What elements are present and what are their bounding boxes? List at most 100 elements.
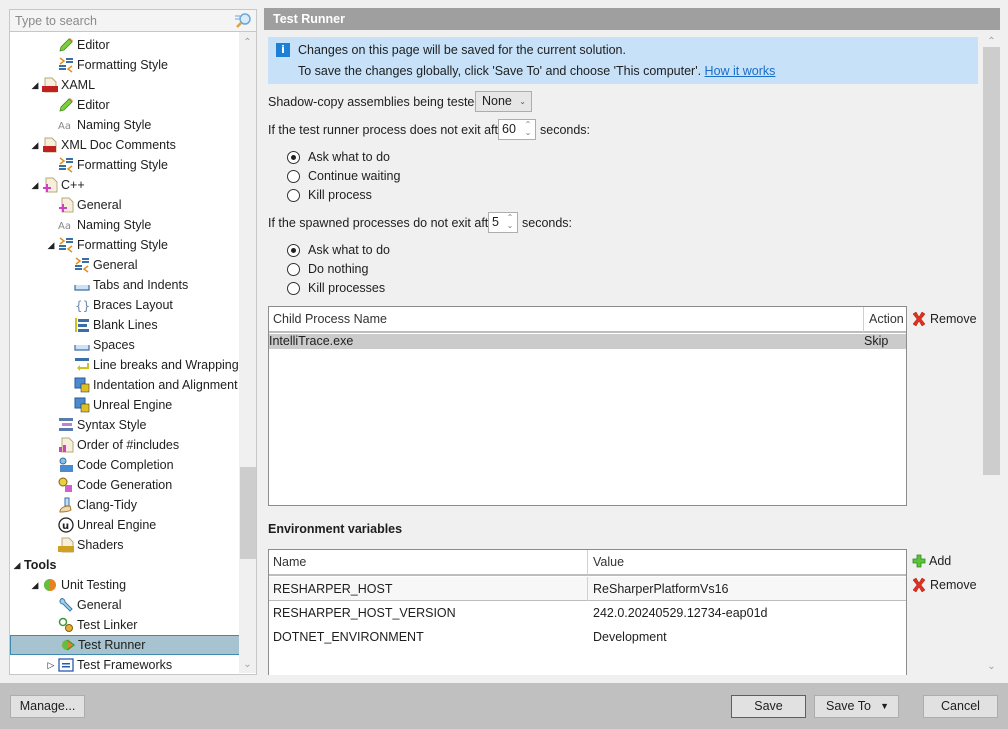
tree-item[interactable]: ◢ Formatting Style xyxy=(10,235,240,255)
dropdown-arrow-icon[interactable]: ▼ xyxy=(880,696,889,717)
stepper-arrows-icon[interactable]: ⌃ ⌄ xyxy=(523,121,533,137)
tree-item[interactable]: Blank Lines xyxy=(10,315,240,335)
remove-env-var-button[interactable]: Remove xyxy=(911,577,977,593)
tree-item[interactable]: ◢ XAML xyxy=(10,75,240,95)
tree-item[interactable]: Spaces xyxy=(10,335,240,355)
tree-item[interactable]: Line breaks and Wrapping xyxy=(10,355,240,375)
cancel-button[interactable]: Cancel xyxy=(923,695,998,718)
expand-arrow-icon[interactable]: ◢ xyxy=(46,240,56,251)
tree-scroll-thumb[interactable] xyxy=(240,467,256,559)
manage-button[interactable]: Manage... xyxy=(10,695,85,718)
cell-name[interactable]: RESHARPER_HOST xyxy=(269,577,588,601)
indentation-icon xyxy=(74,397,90,413)
radio-unchecked[interactable] xyxy=(287,169,300,183)
tree-item[interactable]: Shaders xyxy=(10,535,240,555)
add-env-var-button[interactable]: Add xyxy=(912,554,951,568)
scroll-up-icon[interactable]: ⌃ xyxy=(239,34,256,51)
cell-value[interactable]: 242.0.20240529.12734-eap01d xyxy=(589,601,767,625)
tree-scrollbar[interactable]: ⌃ ⌄ xyxy=(239,32,256,673)
tree-item[interactable]: Order of #includes xyxy=(10,435,240,455)
column-header-name[interactable]: Name xyxy=(269,550,588,575)
radio-checked[interactable] xyxy=(287,150,300,164)
tree-item[interactable]: {} Braces Layout xyxy=(10,295,240,315)
tree-item[interactable]: Clang-Tidy xyxy=(10,495,240,515)
remove-process-button[interactable]: Remove xyxy=(911,311,977,327)
content-scrollbar[interactable]: ⌃ ⌄ xyxy=(983,30,1000,675)
hlsl-file-icon xyxy=(58,537,74,553)
formatting-style-icon xyxy=(74,257,90,273)
expand-arrow-icon[interactable]: ◢ xyxy=(30,180,40,191)
search-icon[interactable] xyxy=(234,12,252,29)
tree-item[interactable]: Test Linker xyxy=(10,615,240,635)
runner-timeout-stepper[interactable]: 60 ⌃ ⌄ xyxy=(498,119,536,140)
runner-option-continue[interactable]: Continue waiting xyxy=(287,169,400,183)
cell-value[interactable]: Development xyxy=(589,625,667,649)
cell-name[interactable]: DOTNET_ENVIRONMENT xyxy=(269,625,424,649)
tree-item[interactable]: ◢ Tools xyxy=(10,555,240,575)
spawned-timeout-stepper[interactable]: 5 ⌃ ⌄ xyxy=(488,212,518,233)
tree-item[interactable]: Code Completion xyxy=(10,455,240,475)
column-header-value[interactable]: Value xyxy=(589,550,907,575)
table-row[interactable]: RESHARPER_HOST_VERSION 242.0.20240529.12… xyxy=(269,601,906,625)
tree-item[interactable]: General xyxy=(10,595,240,615)
radio-unchecked[interactable] xyxy=(287,188,300,202)
table-row[interactable]: DOTNET_ENVIRONMENT Development xyxy=(269,625,906,649)
expand-arrow-icon[interactable]: ◢ xyxy=(30,580,40,591)
tree-item[interactable]: Editor xyxy=(10,35,240,55)
tree-item[interactable]: Indentation and Alignment xyxy=(10,375,240,395)
stepper-arrows-icon[interactable]: ⌃ ⌄ xyxy=(505,214,515,230)
tree-item[interactable]: ▷ Test Frameworks xyxy=(10,655,240,674)
tree-item[interactable]: Formatting Style xyxy=(10,155,240,175)
spawned-option-nothing[interactable]: Do nothing xyxy=(287,262,368,276)
tree-item[interactable]: ◢ Unit Testing xyxy=(10,575,240,595)
cell-action[interactable]: Skip xyxy=(860,334,888,349)
collapse-arrow-icon[interactable]: ▷ xyxy=(46,660,56,671)
spawned-timeout-value: 5 xyxy=(492,215,499,229)
search-box[interactable] xyxy=(9,9,257,32)
how-it-works-link[interactable]: How it works xyxy=(705,64,776,78)
scroll-down-icon[interactable]: ⌄ xyxy=(239,656,256,673)
tree-item[interactable]: u Unreal Engine xyxy=(10,515,240,535)
expand-arrow-icon[interactable]: ◢ xyxy=(12,560,22,571)
tree-item[interactable]: Formatting Style xyxy=(10,55,240,75)
tree-item[interactable]: Editor xyxy=(10,95,240,115)
radio-unchecked[interactable] xyxy=(287,262,300,276)
runner-timeout-suffix: seconds: xyxy=(540,123,591,137)
tree-item[interactable]: Aa Naming Style xyxy=(10,115,240,135)
tree-item[interactable]: Syntax Style xyxy=(10,415,240,435)
radio-checked[interactable] xyxy=(287,243,300,257)
tree-item[interactable]: Code Generation xyxy=(10,475,240,495)
tree-item[interactable]: Test Runner xyxy=(10,635,240,655)
formatting-style-icon xyxy=(58,157,74,173)
clang-tidy-icon xyxy=(58,497,74,513)
spawned-option-kill[interactable]: Kill processes xyxy=(287,281,385,295)
search-input[interactable] xyxy=(10,10,230,31)
column-header-name[interactable]: Child Process Name xyxy=(269,307,864,332)
column-header-action[interactable]: Action xyxy=(865,307,907,332)
tree-item[interactable]: ◢ C++ xyxy=(10,175,240,195)
spawned-option-ask[interactable]: Ask what to do xyxy=(287,243,390,257)
expand-arrow-icon[interactable]: ◢ xyxy=(30,80,40,91)
cell-name[interactable]: RESHARPER_HOST_VERSION xyxy=(269,601,456,625)
tree-item[interactable]: Aa Naming Style xyxy=(10,215,240,235)
tree-item[interactable]: General xyxy=(10,195,240,215)
shadow-copy-select[interactable]: None ⌄ xyxy=(475,91,532,112)
scroll-down-icon[interactable]: ⌄ xyxy=(983,658,1000,675)
runner-option-ask[interactable]: Ask what to do xyxy=(287,150,390,164)
save-button[interactable]: Save xyxy=(731,695,806,718)
expand-arrow-icon[interactable]: ◢ xyxy=(30,140,40,151)
naming-style-icon: Aa xyxy=(58,217,74,233)
tree-item[interactable]: ◢ XML Doc Comments xyxy=(10,135,240,155)
cell-value[interactable]: ReSharperPlatformVs16 xyxy=(589,577,728,601)
tree-item[interactable]: General xyxy=(10,255,240,275)
runner-option-kill[interactable]: Kill process xyxy=(287,188,372,202)
blank-lines-icon xyxy=(74,317,90,333)
tree-item[interactable]: Tabs and Indents xyxy=(10,275,240,295)
table-row[interactable]: RESHARPER_HOST ReSharperPlatformVs16 xyxy=(269,577,906,601)
info-line-2: To save the changes globally, click 'Sav… xyxy=(298,64,775,78)
content-scroll-thumb[interactable] xyxy=(983,47,1000,475)
radio-unchecked[interactable] xyxy=(287,281,300,295)
table-row[interactable]: IntelliTrace.exe Skip xyxy=(269,334,906,349)
save-to-button[interactable]: Save To ▼ xyxy=(814,695,899,718)
tree-item[interactable]: Unreal Engine xyxy=(10,395,240,415)
